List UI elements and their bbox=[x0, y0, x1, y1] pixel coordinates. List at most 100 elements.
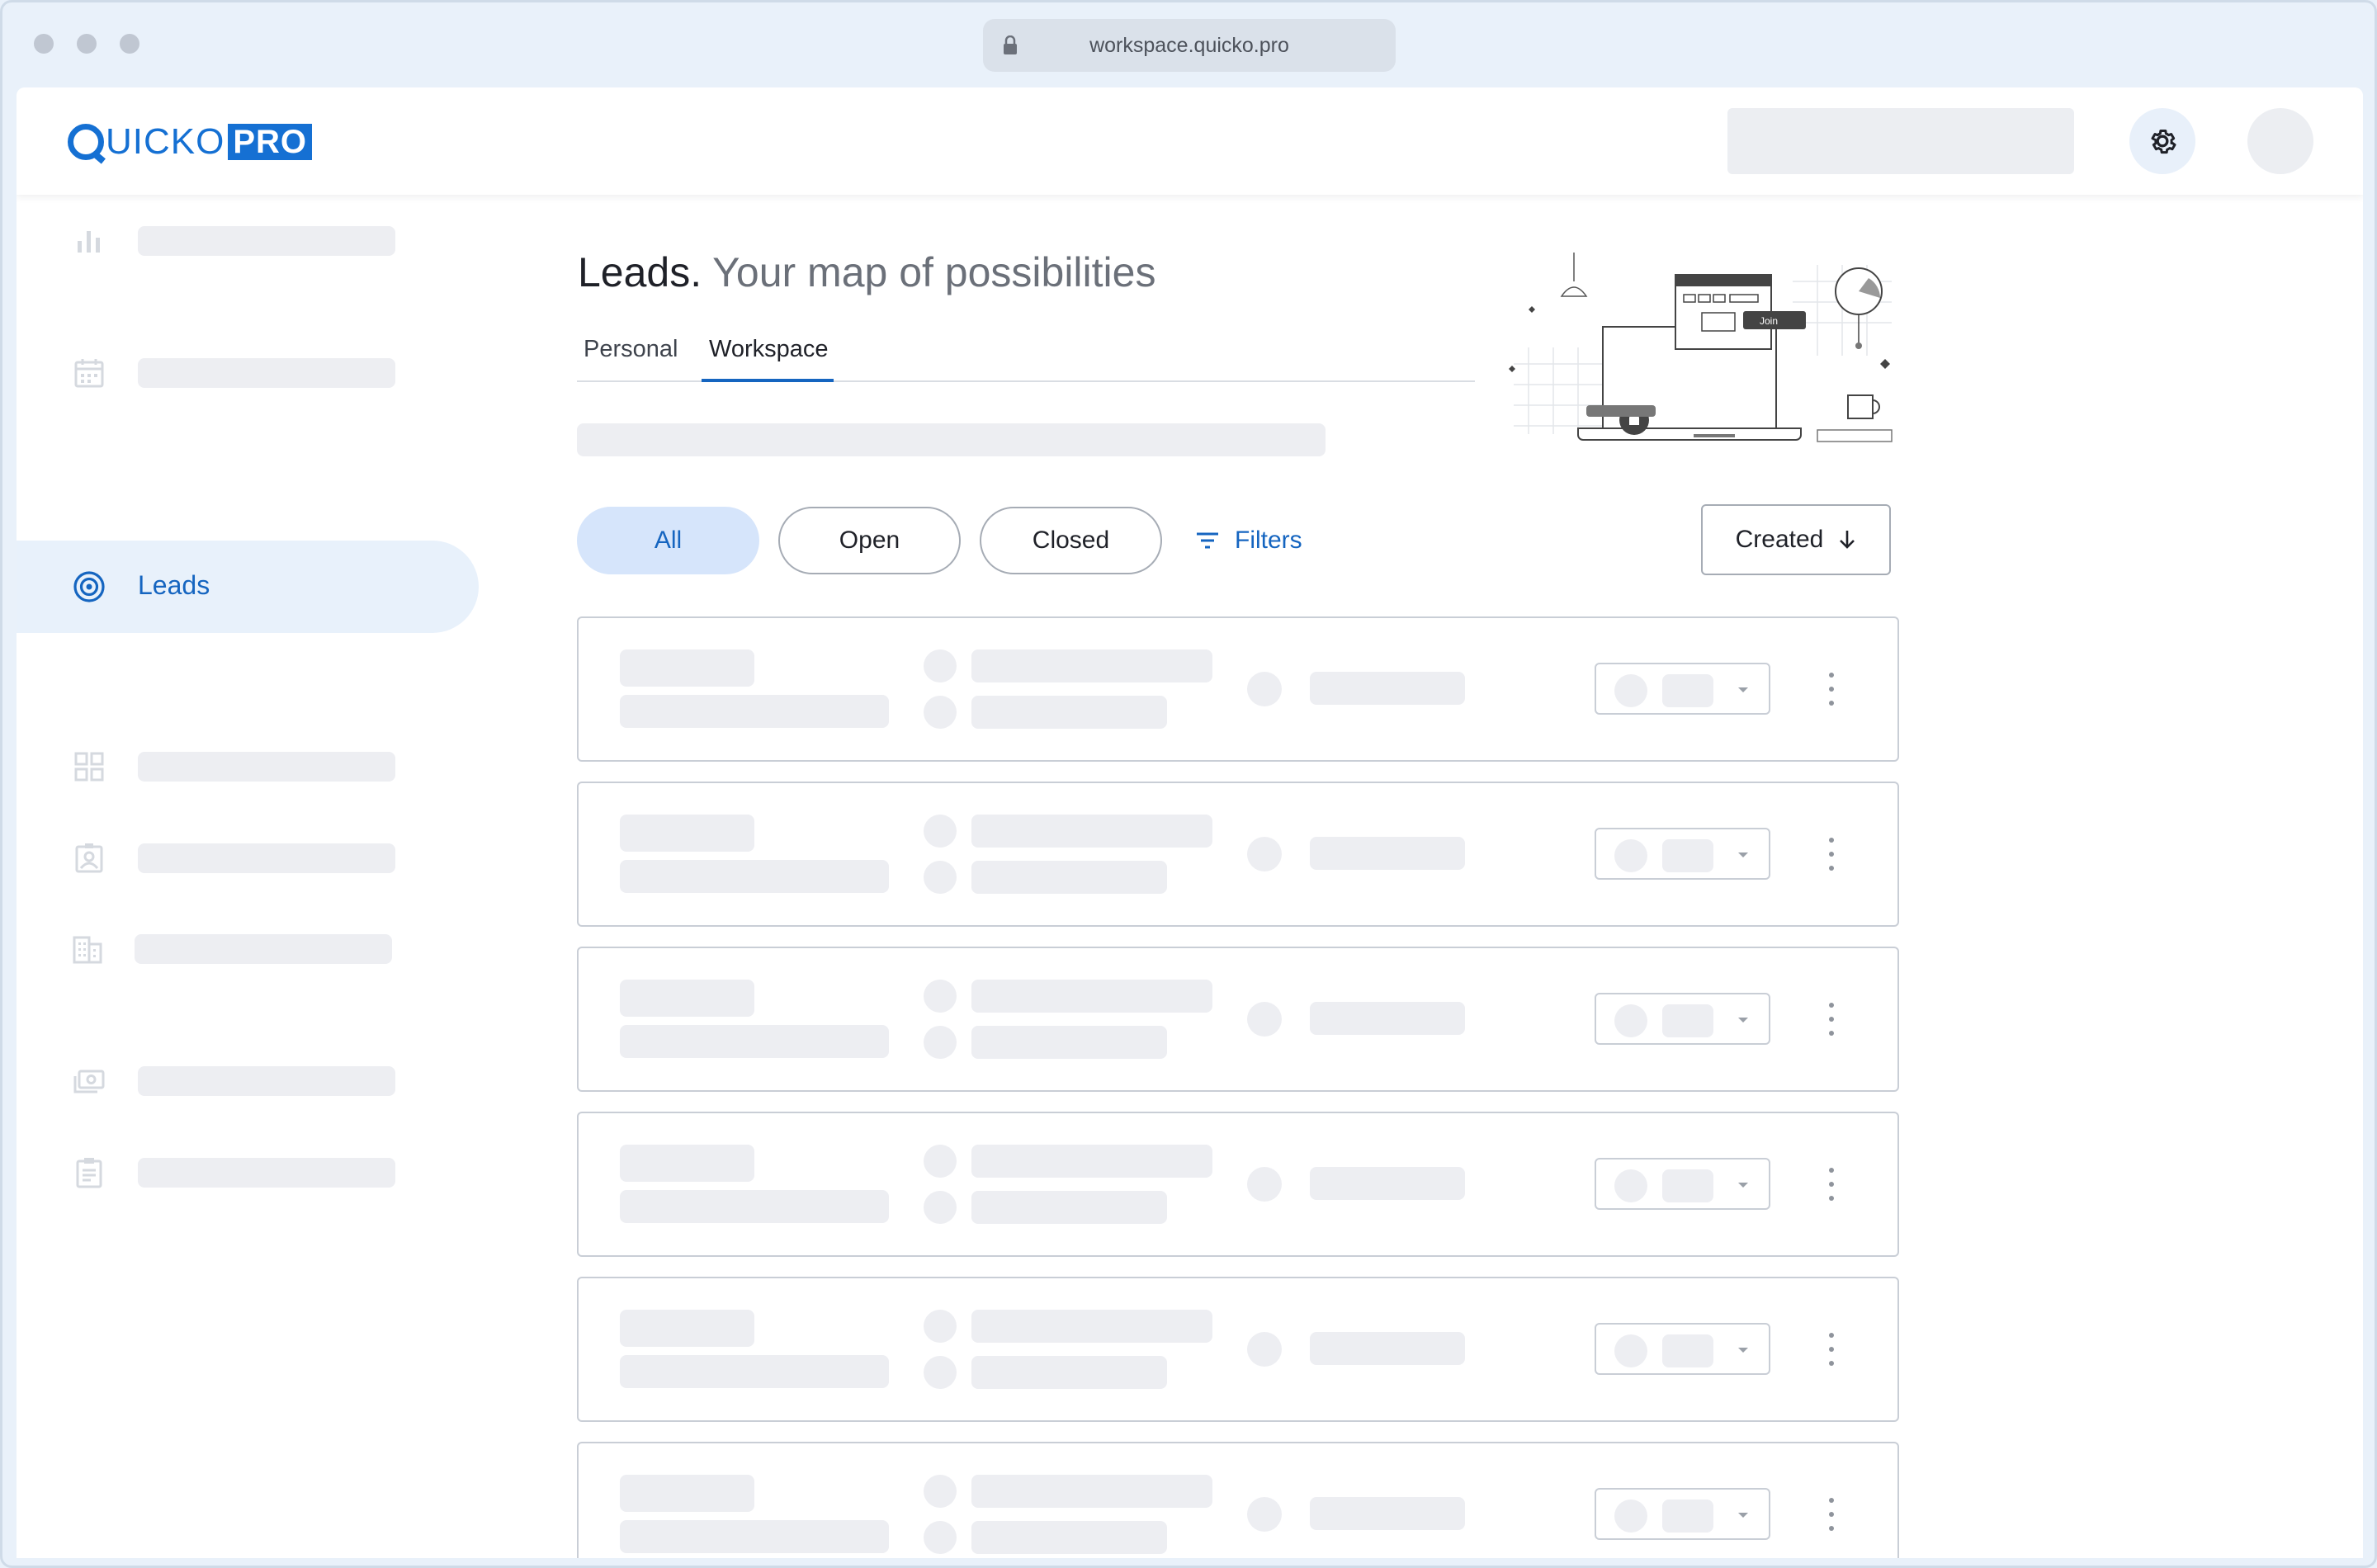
skeleton-avatar bbox=[1614, 1169, 1647, 1202]
caret-down-icon bbox=[1738, 687, 1748, 692]
lead-card-skeleton[interactable] bbox=[577, 947, 1899, 1092]
more-options-icon[interactable] bbox=[1823, 1333, 1840, 1366]
logo-pro-badge: PRO bbox=[228, 124, 313, 160]
more-options-icon[interactable] bbox=[1823, 673, 1840, 706]
page-title-main: Leads. bbox=[578, 249, 702, 295]
skeleton-avatar bbox=[1247, 1497, 1282, 1532]
sidebar-item-skeleton bbox=[138, 226, 395, 256]
window-controls bbox=[34, 34, 139, 54]
status-select[interactable] bbox=[1595, 663, 1770, 715]
skeleton-block bbox=[1310, 837, 1465, 870]
caret-down-icon bbox=[1738, 1513, 1748, 1518]
skeleton-avatar bbox=[1614, 839, 1647, 872]
sidebar-item-analytics[interactable] bbox=[17, 195, 479, 286]
skeleton-block bbox=[620, 1145, 754, 1182]
address-text: workspace.quicko.pro bbox=[1089, 33, 1289, 57]
more-options-icon[interactable] bbox=[1823, 1168, 1840, 1201]
chip-open[interactable]: Open bbox=[778, 507, 961, 574]
skeleton-block bbox=[971, 1191, 1167, 1224]
join-label: Join bbox=[1760, 315, 1778, 327]
calendar-icon bbox=[74, 359, 104, 388]
leads-illustration: Join bbox=[1509, 253, 1893, 442]
lead-card-skeleton[interactable] bbox=[577, 1442, 1899, 1558]
building-icon bbox=[73, 936, 102, 964]
skeleton-block bbox=[620, 695, 889, 728]
skeleton-avatar bbox=[1614, 674, 1647, 707]
skeleton-avatar bbox=[1247, 1002, 1282, 1037]
tab-workspace[interactable]: Workspace bbox=[702, 333, 834, 382]
sidebar-item-skeleton bbox=[135, 934, 392, 964]
sidebar-item-payments[interactable] bbox=[17, 1035, 479, 1126]
more-options-icon[interactable] bbox=[1823, 1498, 1840, 1531]
sidebar-item-leads[interactable]: Leads bbox=[17, 541, 479, 633]
skeleton-block bbox=[620, 1355, 889, 1388]
logo-q-mark bbox=[68, 124, 104, 160]
skeleton-block bbox=[620, 815, 754, 852]
money-icon bbox=[73, 1070, 105, 1093]
skeleton-block bbox=[971, 861, 1167, 894]
skeleton-block bbox=[971, 815, 1212, 848]
skeleton-block bbox=[620, 1520, 889, 1553]
filter-icon bbox=[1197, 532, 1218, 549]
top-bar: UICKO PRO bbox=[17, 87, 2363, 195]
more-options-icon[interactable] bbox=[1823, 1003, 1840, 1036]
lead-card-skeleton[interactable] bbox=[577, 616, 1899, 762]
chip-all[interactable]: All bbox=[577, 507, 759, 574]
skeleton-block bbox=[1310, 672, 1465, 705]
lock-icon bbox=[1004, 35, 1017, 54]
skeleton-avatar bbox=[924, 1356, 957, 1389]
lead-card-skeleton[interactable] bbox=[577, 1277, 1899, 1422]
skeleton-block bbox=[1310, 1002, 1465, 1035]
status-select[interactable] bbox=[1595, 1158, 1770, 1210]
sidebar-item-companies[interactable] bbox=[17, 903, 479, 994]
skeleton-avatar bbox=[1247, 672, 1282, 706]
target-icon bbox=[73, 571, 105, 602]
bar-chart-icon bbox=[78, 231, 100, 253]
skeleton-block bbox=[971, 1026, 1167, 1059]
sidebar-item-tasks[interactable] bbox=[17, 1126, 479, 1217]
close-window-dot[interactable] bbox=[34, 34, 54, 54]
search-placeholder-skeleton bbox=[1727, 108, 2074, 174]
sort-button[interactable]: Created bbox=[1701, 504, 1891, 575]
sidebar-item-skeleton bbox=[138, 1066, 395, 1096]
sidebar-item-skeleton bbox=[138, 752, 395, 782]
skeleton-avatar bbox=[924, 649, 957, 682]
contact-icon bbox=[75, 843, 103, 873]
maximize-window-dot[interactable] bbox=[120, 34, 139, 54]
user-avatar[interactable] bbox=[2247, 108, 2313, 174]
sidebar-item-dashboard[interactable] bbox=[17, 720, 479, 811]
skeleton-avatar bbox=[924, 1521, 957, 1554]
logo-wordmark: UICKO bbox=[106, 121, 225, 162]
grid-icon bbox=[74, 752, 104, 782]
skeleton-block bbox=[620, 649, 754, 687]
lead-card-skeleton[interactable] bbox=[577, 782, 1899, 927]
browser-window: workspace.quicko.pro UICKO PRO Leads Lea… bbox=[0, 0, 2377, 1568]
skeleton-avatar bbox=[1614, 1500, 1647, 1533]
more-options-icon[interactable] bbox=[1823, 838, 1840, 871]
skeleton-avatar bbox=[924, 980, 957, 1013]
skeleton-avatar bbox=[924, 1475, 957, 1508]
skeleton-block bbox=[971, 980, 1212, 1013]
address-bar[interactable]: workspace.quicko.pro bbox=[983, 19, 1396, 72]
skeleton-block bbox=[971, 696, 1167, 729]
sidebar-item-calendar[interactable] bbox=[17, 327, 479, 418]
skeleton-block bbox=[1310, 1497, 1465, 1530]
status-select[interactable] bbox=[1595, 1488, 1770, 1540]
sidebar-item-contacts[interactable] bbox=[17, 812, 479, 903]
chip-closed[interactable]: Closed bbox=[980, 507, 1162, 574]
quicko-pro-logo[interactable]: UICKO PRO bbox=[68, 121, 313, 162]
sidebar-item-skeleton bbox=[138, 358, 395, 388]
skeleton-avatar bbox=[924, 1191, 957, 1224]
status-select[interactable] bbox=[1595, 993, 1770, 1045]
lead-card-skeleton[interactable] bbox=[577, 1112, 1899, 1257]
skeleton-block bbox=[1310, 1332, 1465, 1365]
skeleton-avatar bbox=[924, 1026, 957, 1059]
minimize-window-dot[interactable] bbox=[77, 34, 97, 54]
tab-personal[interactable]: Personal bbox=[577, 333, 684, 382]
status-select[interactable] bbox=[1595, 828, 1770, 880]
skeleton-block bbox=[971, 1310, 1212, 1343]
filters-button[interactable]: Filters bbox=[1195, 507, 1302, 574]
settings-button[interactable] bbox=[2129, 108, 2195, 174]
status-select[interactable] bbox=[1595, 1323, 1770, 1375]
skeleton-block bbox=[620, 980, 754, 1017]
